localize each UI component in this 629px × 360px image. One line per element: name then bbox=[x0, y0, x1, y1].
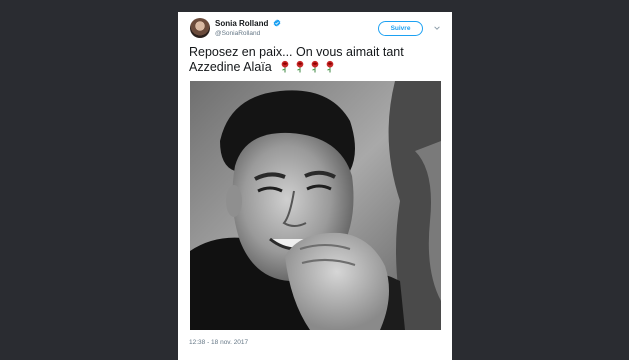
tweet-timestamp[interactable]: 12:38 - 18 nov. 2017 bbox=[189, 339, 248, 346]
display-name-text: Sonia Rolland bbox=[215, 19, 269, 28]
chevron-down-icon[interactable] bbox=[433, 24, 441, 32]
rose-emoji-icon bbox=[311, 60, 319, 73]
tweet-photo[interactable] bbox=[190, 81, 441, 330]
rose-emoji-icon bbox=[326, 60, 334, 73]
tweet-card: Sonia Rolland @SoniaRolland Suivre Repos… bbox=[178, 12, 452, 360]
verified-badge-icon bbox=[273, 19, 280, 27]
tweet-text-line-2-text: Azzedine Alaïa bbox=[189, 60, 272, 74]
avatar[interactable] bbox=[190, 18, 210, 38]
portrait-photo bbox=[190, 81, 441, 330]
user-handle[interactable]: @SoniaRolland bbox=[215, 30, 260, 37]
follow-button[interactable]: Suivre bbox=[378, 21, 423, 36]
rose-emoji-icon bbox=[281, 60, 289, 73]
display-name[interactable]: Sonia Rolland bbox=[215, 19, 281, 28]
rose-emoji-group bbox=[279, 60, 336, 73]
tweet-text: Reposez en paix... On vous aimait tant A… bbox=[189, 45, 445, 75]
rose-emoji-icon bbox=[296, 60, 304, 73]
tweet-text-line-2: Azzedine Alaïa bbox=[189, 60, 445, 75]
tweet-text-line-1: Reposez en paix... On vous aimait tant bbox=[189, 45, 404, 59]
